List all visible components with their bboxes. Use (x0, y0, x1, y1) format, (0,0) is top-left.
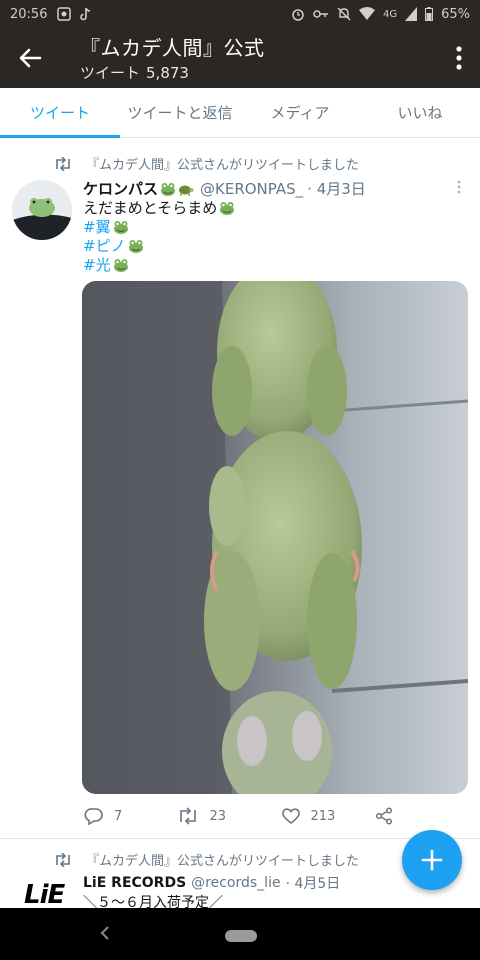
retweet-notice-text: 『ムカデ人間』公式さんがリツイートしました (86, 854, 360, 869)
author-handle[interactable]: @KERONPAS_ (200, 180, 303, 198)
frog-emoji-icon (113, 221, 128, 234)
hashtag-link[interactable]: #光 (83, 256, 111, 274)
profile-tabs: ツイート ツイートと返信 メディア いいね (0, 88, 480, 138)
tweet-photo[interactable] (82, 281, 468, 794)
more-vertical-icon[interactable] (454, 44, 464, 72)
author-name[interactable]: ケロンパス (83, 178, 158, 199)
like-count: 213 (310, 808, 336, 824)
reply-icon (84, 808, 103, 825)
retweet-notice: 『ムカデ人間』公式さんがリツイートしました (54, 154, 359, 173)
tweet-menu-icon[interactable] (456, 180, 462, 194)
compose-tweet-button[interactable] (402, 830, 462, 890)
frog-emoji-icon (128, 240, 143, 253)
tab-tweets-and-replies[interactable]: ツイートと返信 (120, 88, 240, 137)
author-handle[interactable]: @records_lie (191, 875, 280, 891)
retweet-notice-text: 『ムカデ人間』公式さんがリツイートしました (86, 158, 360, 173)
tweet-divider (0, 838, 480, 839)
tiktok-notification-icon (80, 7, 91, 21)
wifi-icon (358, 7, 375, 20)
like-button[interactable]: 213 (281, 807, 374, 825)
signal-icon (405, 7, 418, 21)
alarm-icon (292, 9, 304, 21)
nav-home-pill[interactable] (225, 930, 257, 942)
tweet-count-label: ツイート (80, 64, 141, 82)
frog-emoji-icon (161, 182, 176, 196)
turtle-emoji-icon (179, 185, 194, 196)
hashtag-link[interactable]: #ピノ (83, 237, 126, 255)
retweet-icon (56, 852, 70, 867)
retweet-count: 23 (209, 808, 227, 824)
mute-icon (337, 7, 351, 21)
frogs-photo-image (82, 281, 468, 794)
profile-title: 『ムカデ人間』公式 (80, 36, 265, 60)
plus-icon (421, 849, 443, 871)
retweet-icon (180, 807, 197, 825)
nav-back-icon[interactable] (100, 926, 110, 940)
frog-emoji-icon (220, 202, 235, 215)
status-bar: 20:56 4G 65% (0, 0, 480, 28)
network-type: 4G (382, 8, 398, 20)
heart-icon (281, 808, 300, 825)
tweet-count: ツイート 5,873 (80, 62, 189, 83)
tweet-header: ケロンパス @KERONPAS_ · 4月3日 (83, 178, 366, 199)
system-navigation-bar (0, 908, 480, 960)
share-button[interactable] (374, 807, 404, 825)
photo-notification-icon (57, 7, 72, 21)
tweet-date[interactable]: · 4月5日 (286, 873, 341, 893)
tweet-header: LiE RECORDS @records_lie · 4月5日 (83, 873, 340, 893)
key-icon (313, 10, 328, 18)
battery-level: 65% (441, 6, 470, 22)
share-icon (375, 807, 393, 825)
profile-header: 『ムカデ人間』公式 ツイート 5,873 (0, 28, 480, 88)
avatar[interactable] (12, 180, 72, 240)
tab-likes[interactable]: いいね (360, 88, 480, 137)
reply-button[interactable]: 7 (84, 807, 177, 825)
tab-tweets[interactable]: ツイート (0, 88, 120, 138)
hashtag-link[interactable]: #翼 (83, 218, 111, 236)
retweet-button[interactable]: 23 (177, 807, 280, 825)
reply-count: 7 (114, 808, 123, 824)
tweet-body: えだまめとそらまめ #翼 #ピノ #光 (83, 199, 235, 275)
author-name[interactable]: LiE RECORDS (83, 875, 186, 891)
frog-emoji-icon (113, 259, 128, 272)
status-time: 20:56 (10, 6, 48, 22)
retweet-notice: 『ムカデ人間』公式さんがリツイートしました (54, 850, 359, 869)
tab-media[interactable]: メディア (240, 88, 360, 137)
retweet-icon (56, 156, 70, 171)
battery-icon (425, 7, 434, 21)
tweet-count-value: 5,873 (146, 64, 189, 82)
lie-records-avatar[interactable]: LiE (24, 880, 65, 910)
tweet-date[interactable]: · 4月3日 (307, 178, 366, 199)
tweet-text-line: えだまめとそらまめ (83, 199, 218, 217)
frog-avatar-image (12, 180, 72, 240)
back-arrow-icon[interactable] (14, 42, 46, 74)
tweet-actions: 7 23 213 (84, 805, 404, 827)
